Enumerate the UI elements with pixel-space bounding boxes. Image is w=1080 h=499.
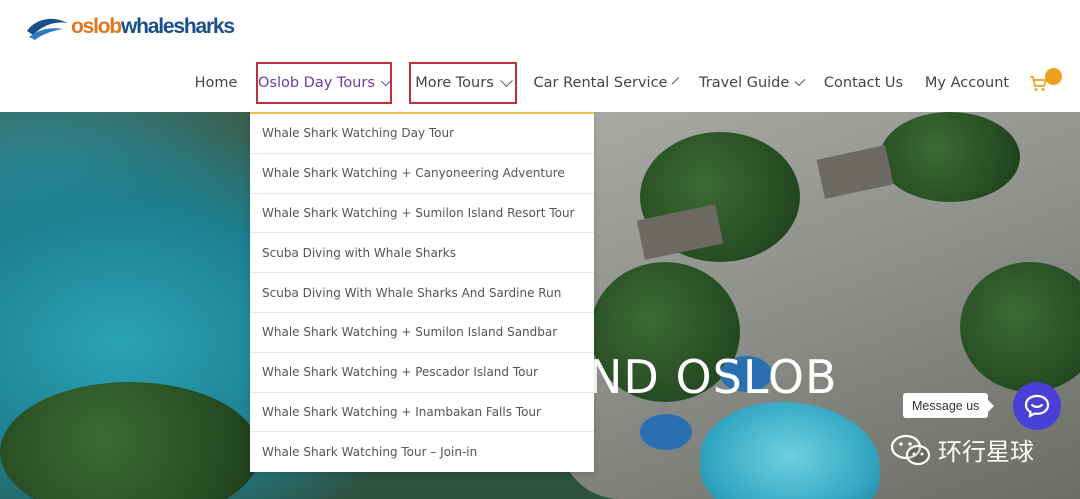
dropdown-item[interactable]: Whale Shark Watching + Sumilon Island Re… [250,194,594,234]
dropdown-item[interactable]: Scuba Diving with Whale Sharks [250,233,594,274]
nav-contact-us-label: Contact Us [823,75,904,91]
cart-count-badge [1045,68,1062,85]
logo-text-part2: whalesharks [121,15,235,38]
dropdown-item[interactable]: Whale Shark Watching + Sumilon Island Sa… [250,313,594,353]
chevron-down-icon [380,74,393,86]
oslob-day-tours-dropdown: Whale Shark Watching Day Tour Whale Shar… [250,112,594,472]
chat-bubble-icon [1024,394,1050,418]
nav-more-tours-label: More Tours [415,75,494,91]
hero-umbrella [640,414,692,450]
nav-contact-us[interactable]: Contact Us [823,62,904,104]
dropdown-item[interactable]: Whale Shark Watching + Canyoneering Adve… [250,154,594,194]
nav-travel-guide[interactable]: Travel Guide [699,62,806,104]
messenger-button[interactable] [1013,382,1061,430]
nav-travel-guide-label: Travel Guide [699,75,790,91]
dropdown-item[interactable]: Scuba Diving With Whale Sharks And Sardi… [250,273,594,313]
nav-oslob-day-tours-label: Oslob Day Tours [258,75,375,91]
site-logo[interactable]: oslobwhalesharks [25,10,235,44]
dropdown-item[interactable]: Whale Shark Watching + Inambakan Falls T… [250,393,594,433]
hero-tree [0,382,260,499]
nav-car-rental-service[interactable]: Car Rental Service [533,62,680,104]
dropdown-item[interactable]: Whale Shark Watching Tour – Join-in [250,432,594,472]
chevron-down-icon [672,76,680,84]
logo-text: oslobwhalesharks [71,15,235,39]
hero-tree [880,112,1020,202]
cart-button[interactable] [1028,68,1068,98]
dropdown-item[interactable]: Whale Shark Watching Day Tour [250,114,594,154]
chevron-down-icon [499,73,513,87]
site-header: oslobwhalesharks Home Oslob Day Tours Mo… [0,0,1080,112]
nav-home-label: Home [194,75,238,91]
whale-logo-icon [27,18,67,40]
watermark-text: 环行星球 [938,438,1034,466]
nav-my-account-label: My Account [924,75,1010,91]
hero-title: ND OSLOB [588,350,838,404]
chevron-down-icon [794,74,806,86]
main-nav: Home Oslob Day Tours More Tours Car Rent… [0,62,1080,106]
nav-home[interactable]: Home [190,62,242,104]
message-us-label[interactable]: Message us [903,393,995,418]
wechat-watermark: 环行星球 [890,432,1034,467]
nav-my-account[interactable]: My Account [925,62,1009,104]
nav-oslob-day-tours[interactable]: Oslob Day Tours [256,62,393,104]
dropdown-item[interactable]: Whale Shark Watching + Pescador Island T… [250,353,594,393]
nav-car-rental-label: Car Rental Service [533,75,668,91]
nav-more-tours[interactable]: More Tours [409,62,517,104]
logo-text-part1: oslob [71,15,122,38]
wechat-icon [890,434,931,465]
